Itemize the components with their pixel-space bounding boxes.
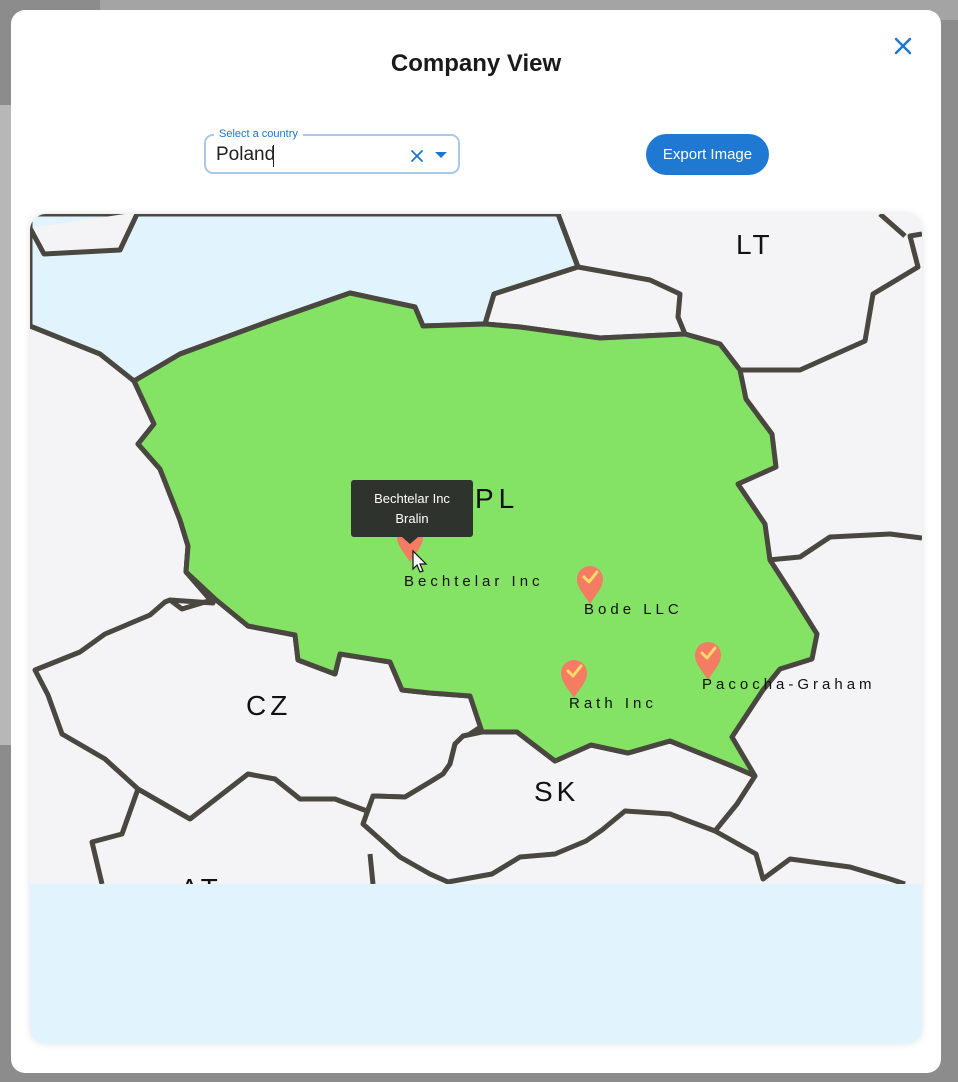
chevron-down-icon[interactable] — [435, 152, 447, 158]
country-map[interactable]: LT PL CZ SK AT Bechtelar Inc Bode LLC — [30, 214, 922, 884]
marker-label: Bechtelar Inc — [404, 573, 544, 590]
country-label-sk: SK — [534, 776, 579, 807]
clear-icon[interactable] — [409, 148, 425, 164]
marker-tooltip: Bechtelar Inc Bralin — [351, 480, 473, 537]
country-select-label: Select a country — [214, 125, 303, 143]
country-label-lt: LT — [736, 229, 773, 260]
country-select[interactable]: Select a country — [204, 125, 460, 174]
marker-label: Pacocha-Graham — [702, 676, 876, 693]
close-button[interactable] — [889, 32, 917, 60]
text-cursor — [273, 145, 274, 167]
country-label-pl: PL — [475, 483, 519, 514]
modal-title: Company View — [390, 50, 562, 77]
export-image-button[interactable]: Export Image — [646, 134, 769, 175]
tooltip-city: Bralin — [395, 511, 429, 526]
country-input[interactable] — [216, 144, 396, 166]
marker-label: Bode LLC — [584, 601, 683, 618]
tooltip-company: Bechtelar Inc — [374, 491, 450, 506]
map-container[interactable]: LT PL CZ SK AT Bechtelar Inc Bode LLC — [30, 214, 922, 1044]
tooltip-arrow — [402, 537, 418, 544]
country-label-at: AT — [180, 873, 222, 884]
marker-label: Rath Inc — [569, 695, 657, 712]
close-icon — [894, 37, 912, 55]
country-label-cz: CZ — [246, 690, 291, 721]
company-view-modal: Company View Select a country Export Ima… — [11, 10, 941, 1073]
